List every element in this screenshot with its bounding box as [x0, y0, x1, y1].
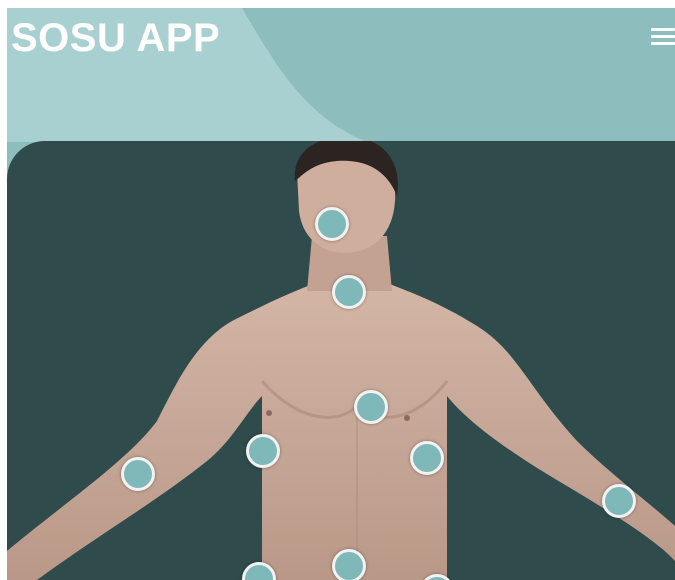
hotspot-left-chest[interactable] [246, 434, 280, 468]
human-body-model [7, 141, 675, 580]
hotspot-right-forearm[interactable] [602, 484, 636, 518]
app-header: SOSU APP [7, 8, 675, 142]
app-screen: SOSU APP [7, 8, 675, 580]
hamburger-menu-icon[interactable] [651, 26, 675, 48]
hotspot-right-chest[interactable] [410, 441, 444, 475]
hotspot-neck[interactable] [332, 275, 366, 309]
body-map-viewer [7, 141, 675, 580]
hotspot-face[interactable] [315, 207, 349, 241]
hotspot-left-forearm[interactable] [121, 457, 155, 491]
app-title: SOSU APP [11, 16, 221, 60]
hotspot-chest[interactable] [354, 390, 388, 424]
hotspot-abdomen[interactable] [332, 549, 366, 580]
